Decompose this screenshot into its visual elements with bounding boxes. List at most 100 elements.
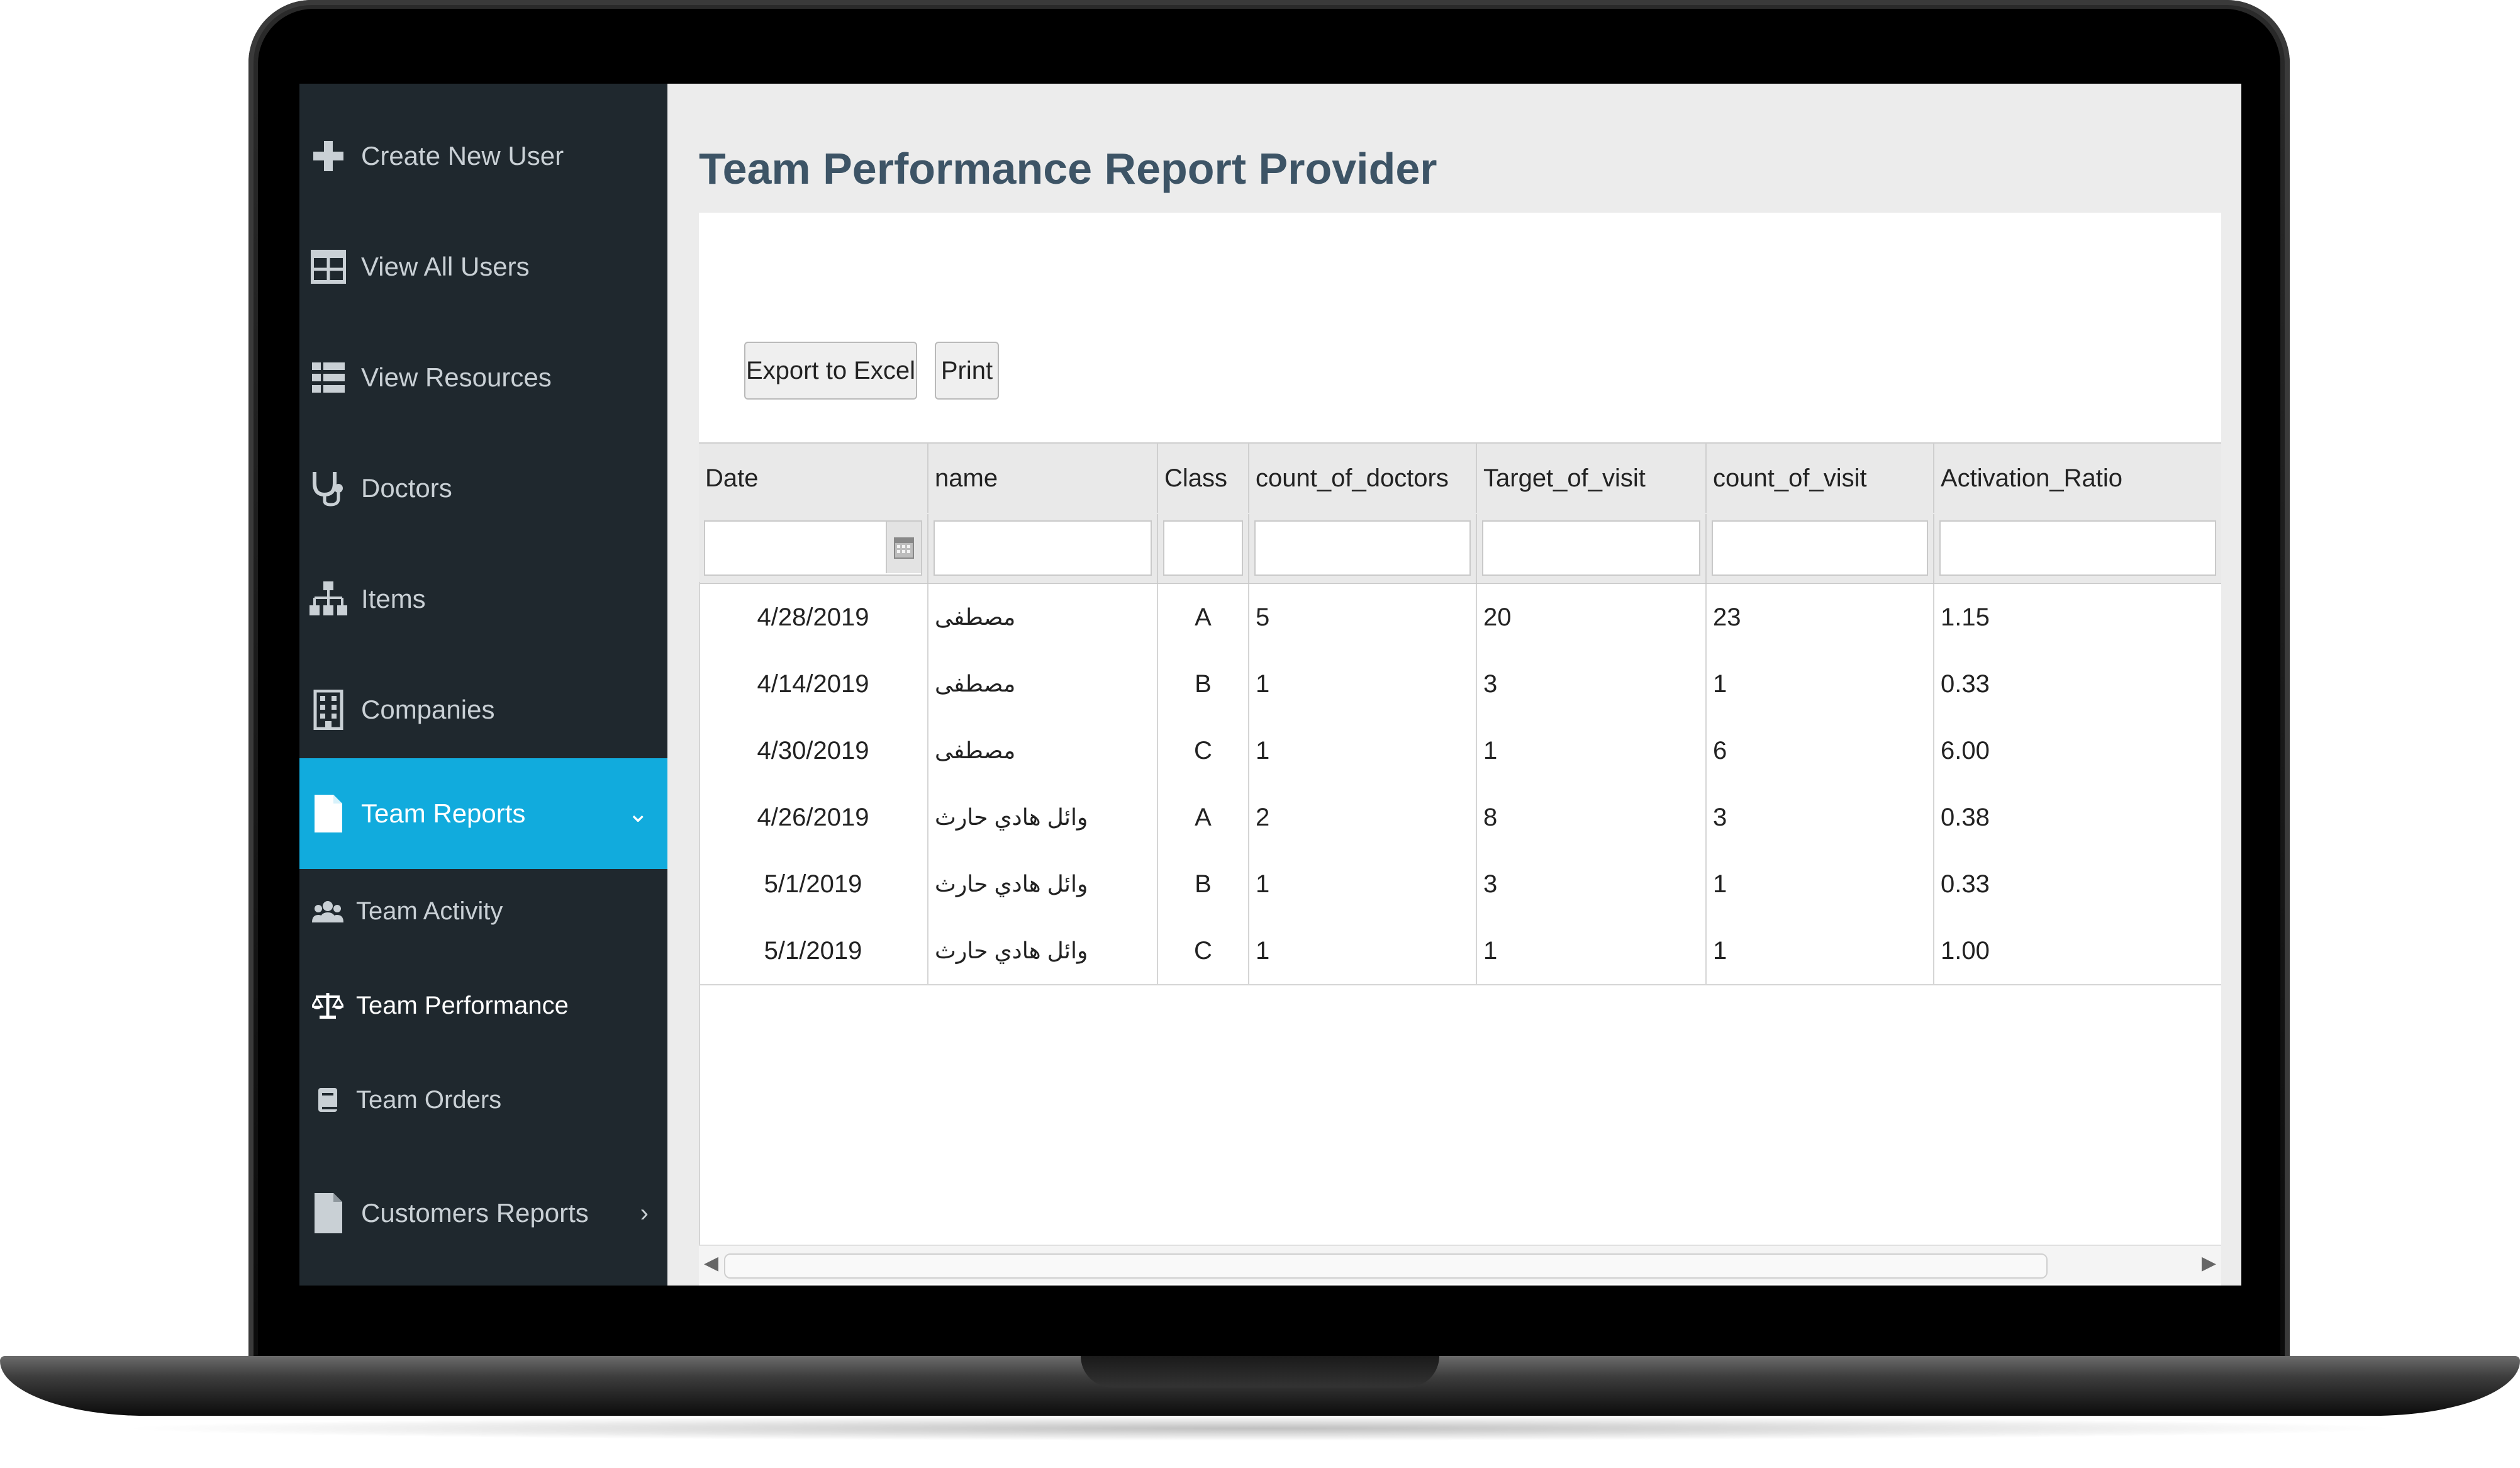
column-header-class[interactable]: Class: [1158, 444, 1249, 513]
table-row[interactable]: 4/30/2019 مصطفى C 1 1 6 6.00: [699, 717, 2221, 785]
cell-activation-ratio: 6.00: [1941, 736, 1990, 765]
sidebar-item-label: Items: [361, 584, 426, 614]
cell-count-of-visit: 6: [1707, 717, 1934, 784]
sidebar-item-label: Companies: [361, 695, 495, 724]
print-button[interactable]: Print: [935, 342, 999, 400]
table-row[interactable]: 4/14/2019 مصطفى B 1 3 1 0.33: [699, 651, 2221, 719]
activation-ratio-filter-input[interactable]: [1939, 520, 2216, 576]
scroll-left-icon[interactable]: ◀: [704, 1252, 718, 1274]
table-row[interactable]: 5/1/2019 وائل هادي حارث C 1 1 1 1.00: [699, 917, 2221, 985]
cell-target-of-visit: 1: [1477, 917, 1707, 984]
cell-target-of-visit: 1: [1477, 717, 1707, 784]
cell-target-of-visit: 8: [1477, 784, 1707, 851]
sidebar-item-label: View Resources: [361, 362, 552, 392]
column-header-count-of-visit[interactable]: count_of_visit: [1707, 444, 1934, 513]
sidebar-subitem-team-performance[interactable]: Team Performance: [299, 974, 667, 1037]
cell-date: 5/1/2019: [699, 917, 928, 984]
chevron-down-icon: ⌄: [627, 800, 649, 827]
list-icon: [309, 359, 347, 396]
cell-class: C: [1158, 717, 1249, 784]
cell-class: A: [1158, 584, 1249, 651]
sidebar-item-team-reports[interactable]: Team Reports ⌄: [299, 758, 667, 869]
sidebar-item-items[interactable]: Items: [299, 564, 667, 634]
sidebar-item-label: Create New User: [361, 141, 564, 171]
sidebar-item-view-resources[interactable]: View Resources: [299, 343, 667, 412]
cell-count-of-doctors: 1: [1249, 717, 1477, 784]
filter-cell-date: [699, 514, 928, 583]
calendar-icon[interactable]: [886, 522, 921, 573]
table-icon: [309, 248, 347, 286]
cell-count-of-visit: 23: [1707, 584, 1934, 651]
table-header: Date name Class count_of_doctors Target_…: [699, 442, 2221, 585]
sidebar-item-label: Doctors: [361, 473, 452, 503]
users-icon: [312, 895, 343, 927]
file-icon: [309, 1193, 347, 1233]
cell-target-of-visit: 3: [1477, 651, 1707, 717]
filter-cell-count-of-doctors: [1249, 514, 1477, 583]
cell-count-of-visit: 1: [1707, 917, 1934, 984]
table-left-border: [699, 582, 700, 1245]
table-row[interactable]: 4/26/2019 وائل هادي حارث A 2 8 3 0.38: [699, 784, 2221, 852]
export-to-excel-button[interactable]: Export to Excel: [744, 342, 917, 400]
main-content: Team Performance Report Provider Export …: [667, 84, 2241, 1286]
cell-target-of-visit: 3: [1477, 851, 1707, 917]
plus-icon: [309, 137, 347, 175]
app-screen: Create New User View All Users View Reso…: [299, 84, 2241, 1286]
cell-count-of-doctors: 1: [1249, 917, 1477, 984]
sidebar-subitem-label: Team Performance: [356, 991, 569, 1019]
scrollbar-thumb[interactable]: [724, 1253, 2048, 1279]
count-of-visit-filter-input[interactable]: [1712, 520, 1928, 576]
count-of-doctors-filter-input[interactable]: [1254, 520, 1471, 576]
cell-activation-ratio: 0.38: [1941, 803, 1990, 831]
target-of-visit-filter-input[interactable]: [1482, 520, 1700, 576]
horizontal-scrollbar[interactable]: ◀ ▶: [699, 1245, 2221, 1284]
cell-name: مصطفى: [928, 651, 1158, 717]
balance-scale-icon: [312, 990, 343, 1021]
sidebar-item-create-new-user[interactable]: Create New User: [299, 121, 667, 191]
filter-cell-name: [928, 514, 1158, 583]
table-row[interactable]: 5/1/2019 وائل هادي حارث B 1 3 1 0.33: [699, 851, 2221, 919]
column-header-target-of-visit[interactable]: Target_of_visit: [1477, 444, 1707, 513]
sidebar-subitem-label: Team Orders: [356, 1085, 502, 1114]
cell-activation-ratio: 1.15: [1941, 603, 1990, 631]
sidebar-subitem-team-activity[interactable]: Team Activity: [299, 880, 667, 943]
sidebar-item-label: Customers Reports: [361, 1198, 589, 1228]
sidebar-item-label: View All Users: [361, 252, 530, 281]
cell-count-of-doctors: 5: [1249, 584, 1477, 651]
cell-class: B: [1158, 851, 1249, 917]
chevron-right-icon: ›: [640, 1199, 649, 1227]
class-filter-input[interactable]: [1163, 520, 1243, 576]
table-row[interactable]: 4/28/2019 مصطفى A 5 20 23 1.15: [699, 584, 2221, 652]
filter-cell-activation-ratio: [1934, 514, 2221, 583]
column-header-count-of-doctors[interactable]: count_of_doctors: [1249, 444, 1477, 513]
sidebar-item-companies[interactable]: Companies: [299, 675, 667, 744]
laptop-notch: [1081, 1356, 1439, 1387]
cell-name: مصطفى: [928, 717, 1158, 784]
cell-class: B: [1158, 651, 1249, 717]
column-header-activation-ratio[interactable]: Activation_Ratio: [1934, 444, 2221, 513]
sidebar-item-customers-reports[interactable]: Customers Reports ›: [299, 1172, 667, 1254]
cell-count-of-visit: 1: [1707, 851, 1934, 917]
cell-name: مصطفى: [928, 584, 1158, 651]
cell-count-of-doctors: 1: [1249, 651, 1477, 717]
laptop-shadow: [113, 1416, 2407, 1441]
cell-date: 4/30/2019: [699, 717, 928, 784]
cell-target-of-visit: 20: [1477, 584, 1707, 651]
cell-name: وائل هادي حارث: [928, 851, 1158, 917]
stethoscope-icon: [309, 469, 347, 507]
sidebar-item-view-all-users[interactable]: View All Users: [299, 232, 667, 301]
column-header-date[interactable]: Date: [699, 444, 928, 513]
book-icon: [312, 1084, 343, 1116]
report-panel: Export to Excel Print Date name Class co…: [699, 213, 2221, 1286]
sidebar-item-doctors[interactable]: Doctors: [299, 454, 667, 523]
page-title: Team Performance Report Provider: [699, 143, 1437, 193]
cell-count-of-visit: 3: [1707, 784, 1934, 851]
sidebar-subitem-team-orders[interactable]: Team Orders: [299, 1068, 667, 1131]
filter-cell-target-of-visit: [1477, 514, 1707, 583]
filter-cell-class: [1158, 514, 1249, 583]
column-header-name[interactable]: name: [928, 444, 1158, 513]
cell-class: C: [1158, 917, 1249, 984]
name-filter-input[interactable]: [934, 520, 1152, 576]
scroll-right-icon[interactable]: ▶: [2202, 1252, 2216, 1274]
cell-date: 4/26/2019: [699, 784, 928, 851]
